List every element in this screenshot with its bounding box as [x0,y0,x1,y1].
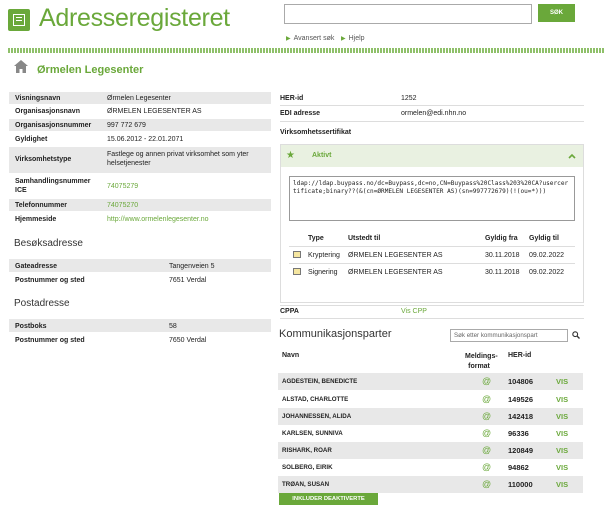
list-item[interactable]: JOHANNESSEN, ALIDA @142418 VIS [278,408,583,425]
detail-row: Postnummer og sted 7651 Verdal [15,277,207,284]
post-address-heading: Postadresse [14,298,70,309]
email-format-icon: @ [482,411,492,421]
email-format-icon: @ [482,376,492,386]
search-input[interactable] [284,4,532,24]
certificate-row[interactable]: Signering ØRMELEN LEGESENTER AS 30.11.20… [289,263,575,279]
view-cpp-link[interactable]: Vis CPP [401,308,427,315]
advanced-search-link[interactable]: ▶ Avansert søk [286,35,334,42]
visit-address-table: Gateadresse Tangenveien 5 Postnummer og s… [9,259,271,289]
detail-row: Gateadresse Tangenveien 5 [9,259,271,272]
view-link[interactable]: VIS [556,446,568,455]
certificate-row[interactable]: Kryptering ØRMELEN LEGESENTER AS 30.11.2… [289,246,575,262]
her-id-label: HER-id [280,95,304,102]
list-item[interactable]: SOLBERG, EIRIK @94862 VIS [278,459,583,476]
search-button[interactable]: SØK [538,4,575,22]
divider [280,105,584,106]
detail-row: Organisasjonsnavn ØRMELEN LEGESENTER AS [15,108,202,115]
column-header: Utstedt til [348,235,381,242]
detail-row: Telefonnummer 74075270 [9,199,271,211]
certificate-icon [293,268,301,275]
view-link[interactable]: VIS [556,463,568,472]
detail-row: Virksomhetstype Fastlege og annen privat … [9,147,271,173]
email-format-icon: @ [482,394,492,404]
header-divider [8,48,605,53]
search-icon[interactable] [572,331,580,339]
column-header: Meldings- format [465,353,498,370]
triangle-right-icon: ▶ [286,36,291,42]
post-address-table: Postboks 58 Postnummer og sted 7650 Verdal [9,319,271,349]
certificate-icon [293,251,301,258]
ldap-textarea[interactable]: ldap://ldap.buypass.no/dc=Buypass,dc=no,… [289,176,575,221]
view-link[interactable]: VIS [556,412,568,421]
detail-row: Postnummer og sted 7650 Verdal [15,337,207,344]
triangle-right-icon: ▶ [341,36,346,42]
visit-address-heading: Besøksadresse [14,238,83,249]
star-icon: ★ [286,150,295,161]
email-format-icon: @ [482,445,492,455]
email-format-icon: @ [482,462,492,472]
view-link[interactable]: VIS [556,429,568,438]
certificate-panel: ★ Aktivt ldap://ldap.buypass.no/dc=Buypa… [280,144,584,303]
app-title: Adresseregisteret [39,4,230,32]
detail-row: Gyldighet 15.06.2012 - 22.01.2071 [15,136,184,143]
email-format-icon: @ [482,479,492,489]
detail-row: Visningsnavn Ørmelen Legesenter [9,92,271,104]
help-link[interactable]: ▶ Hjelp [341,35,365,42]
column-header: HER-id [508,352,532,359]
comm-parties-heading: Kommunikasjonsparter [279,328,392,340]
view-link[interactable]: VIS [556,395,568,404]
column-header: Gyldig fra [485,235,518,242]
certificate-header[interactable]: ★ Aktivt [281,145,583,167]
column-header: Navn [282,352,300,359]
page-title: Ørmelen Legesenter [37,64,144,76]
certificate-status: Aktivt [312,152,332,159]
divider [280,121,584,122]
phone-link[interactable]: 74075270 [107,201,138,210]
column-header: Gyldig til [529,235,559,242]
list-item[interactable]: TRØAN, SUSAN @110000 VIS [278,476,583,493]
cppa-label: CPPA [280,308,299,315]
certificate-label: Virksomhetssertifikat [280,129,352,136]
edi-value: ormelen@edi.nhn.no [401,110,467,117]
chevron-up-icon[interactable] [568,153,576,159]
include-deactivated-button[interactable]: INKLUDER DEAKTIVERTE [279,493,378,505]
app-logo-icon [8,9,30,31]
list-item[interactable]: ALSTAD, CHARLOTTE @149526 VIS [278,391,583,408]
comm-search-input[interactable]: Søk etter kommunikasjonspart [450,329,568,342]
ice-number-link[interactable]: 74075279 [107,182,138,191]
view-link[interactable]: VIS [556,377,568,386]
list-item[interactable]: AGDESTEIN, BENEDICTE @104806 VIS [278,373,583,390]
her-id-value: 1252 [401,95,417,102]
detail-row: Hjemmeside http://www.ormelenlegesenter.n… [15,215,209,224]
details-table: Visningsnavn Ørmelen Legesenter Organisas… [9,92,271,229]
divider [280,305,584,306]
edi-label: EDI adresse [280,110,321,117]
list-item[interactable]: RISHARK, ROAR @120849 VIS [278,442,583,459]
detail-row: Postboks 58 [9,319,271,332]
email-format-icon: @ [482,428,492,438]
detail-row: Organisasjonsnummer 997 772 679 [9,119,271,131]
home-icon[interactable] [14,60,28,73]
divider [280,318,584,319]
list-item[interactable]: KARLSEN, SUNNIVA @96336 VIS [278,425,583,442]
view-link[interactable]: VIS [556,480,568,489]
column-header: Type [308,235,324,242]
detail-row: Samhandlingsnummer ICE 74075279 [15,178,139,194]
homepage-link[interactable]: http://www.ormelenlegesenter.no [107,215,209,224]
